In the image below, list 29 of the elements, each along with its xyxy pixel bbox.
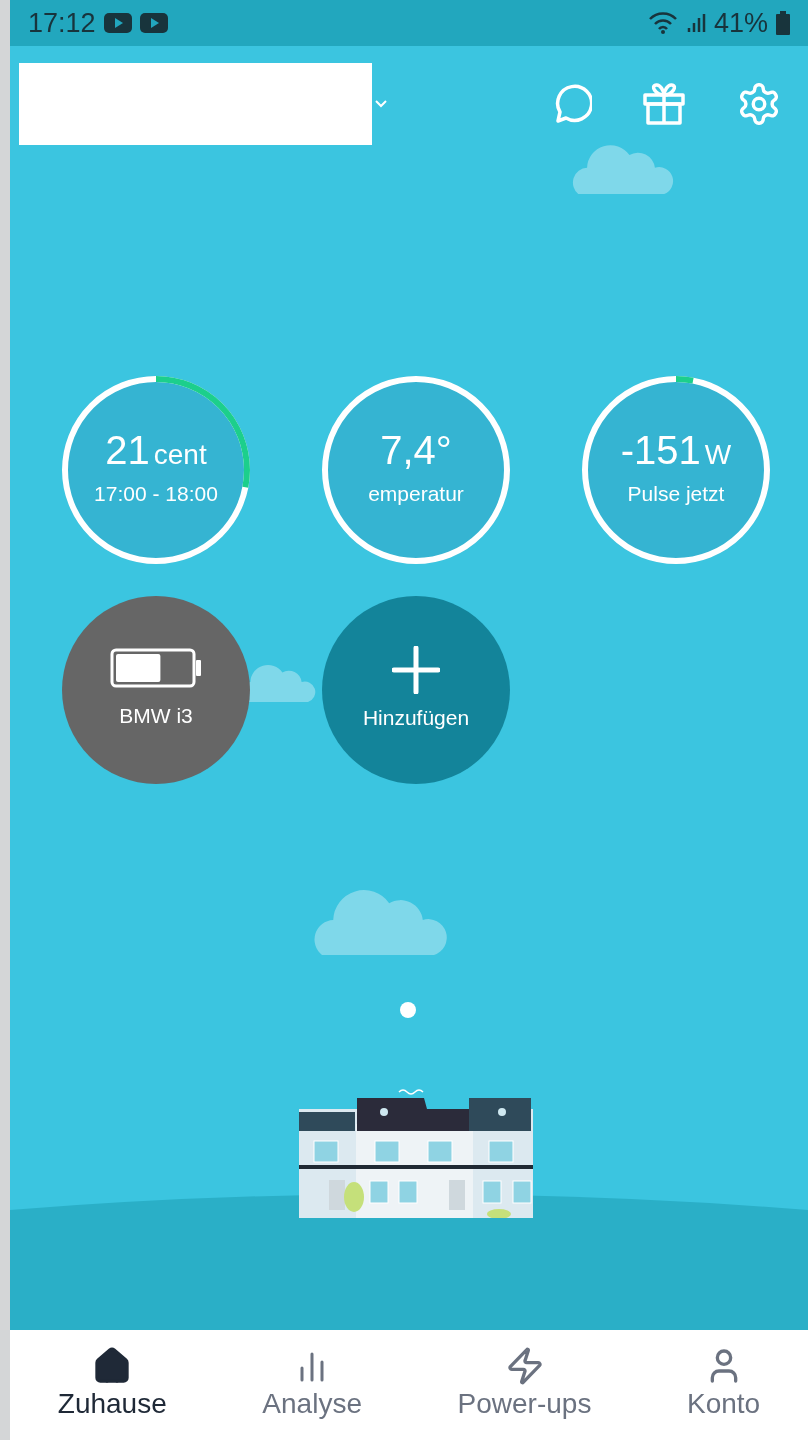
signal-icon	[685, 12, 706, 34]
chevron-down-icon[interactable]	[375, 100, 387, 108]
gauge-unit: W	[704, 441, 732, 470]
phone-battery-icon	[776, 11, 790, 35]
video-play-icon	[103, 13, 132, 33]
gauge-caption: emperatur	[368, 481, 464, 508]
add-button[interactable]: Hinzufügen	[322, 596, 510, 784]
nav-tab[interactable]: Zuhause	[57, 1346, 167, 1421]
gauge-unit: cent	[153, 441, 207, 470]
wifi-icon	[647, 11, 678, 35]
gauge-caption: Pulse jetzt	[627, 481, 725, 508]
gauge-value: -151	[620, 430, 701, 471]
plus-icon	[392, 646, 440, 695]
gauge-dial[interactable]: 7,4° emperatur	[322, 376, 510, 564]
status-time: 17:12	[28, 6, 96, 40]
vehicle-name: BMW i3	[119, 703, 193, 730]
gauge-value: 7,4°	[380, 430, 452, 471]
gauge-dial[interactable]: 21 cent 17:00 - 18:00	[62, 376, 250, 564]
nav-tab[interactable]: Analyse	[262, 1346, 362, 1421]
battery-icon	[110, 648, 202, 689]
vehicle-tile[interactable]: BMW i3	[62, 596, 250, 784]
nav-tab[interactable]: Konto	[687, 1346, 761, 1421]
gift-icon[interactable]	[642, 82, 686, 126]
nav-tab[interactable]: Power-ups	[457, 1346, 592, 1421]
video-play-icon	[139, 13, 168, 33]
gauge-dial[interactable]: -151 W Pulse jetzt	[582, 376, 770, 564]
gauge-value: 21	[105, 430, 150, 471]
battery-percent: 41%	[713, 6, 768, 40]
gauge-caption: 17:00 - 18:00	[94, 481, 218, 508]
